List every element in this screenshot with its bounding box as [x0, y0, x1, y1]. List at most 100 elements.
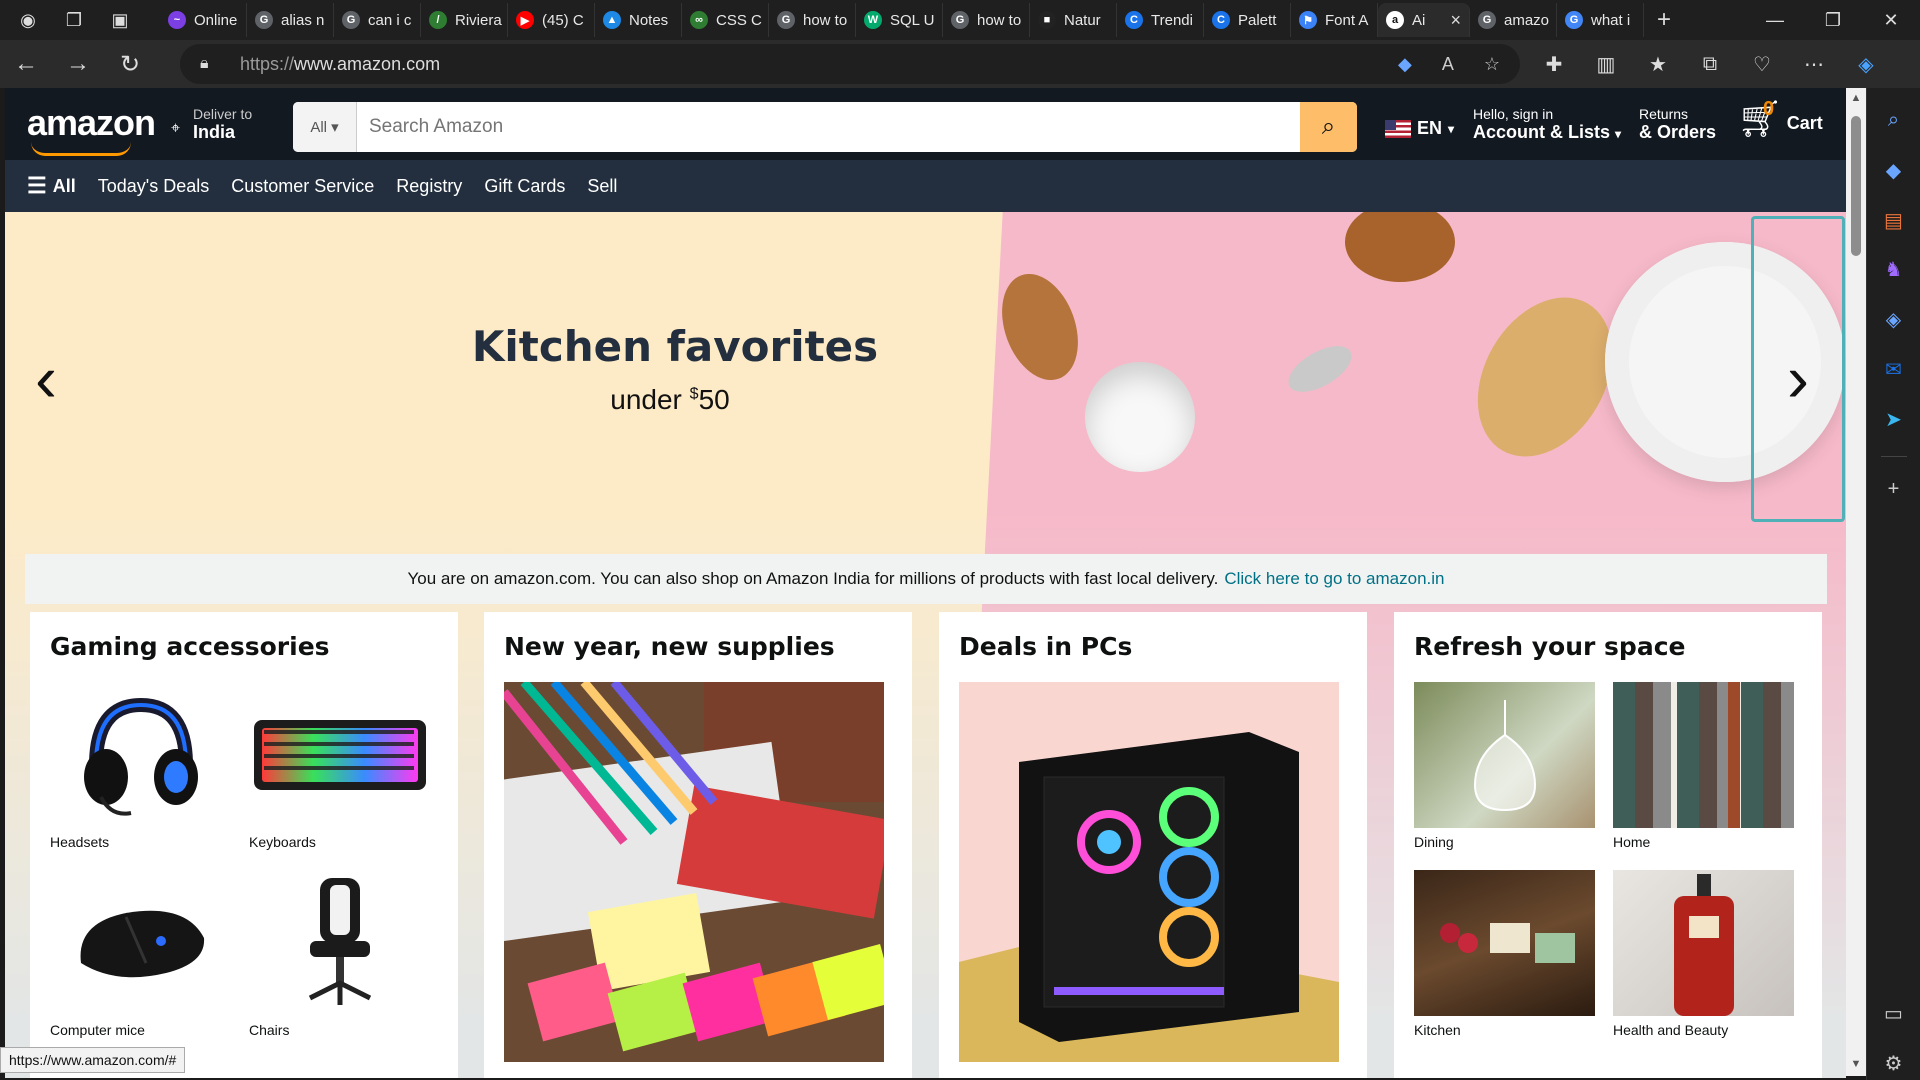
hero-subtitle[interactable]: under $50 — [5, 384, 1335, 416]
workspaces-icon[interactable]: ❐ — [60, 6, 88, 34]
tab-label: amazo — [1504, 11, 1550, 29]
browser-tab[interactable]: C Trendi — [1117, 3, 1204, 37]
close-window-button[interactable]: ✕ — [1862, 0, 1920, 40]
browser-tab[interactable]: Gamazo — [1470, 3, 1557, 37]
browser-tab[interactable]: Gwhat i — [1557, 3, 1644, 37]
grid-item-chairs[interactable]: Chairs — [249, 870, 430, 1038]
browser-tab[interactable]: C Palett — [1204, 3, 1291, 37]
gaming-pc-image[interactable] — [959, 682, 1339, 1062]
nav-todays-deals[interactable]: Today's Deals — [98, 176, 210, 197]
split-screen-icon[interactable]: ▥ — [1592, 52, 1620, 77]
account-label: Account & Lists — [1473, 122, 1611, 142]
browser-tab[interactable]: Ghow to — [943, 3, 1030, 37]
sidebar-copilot-icon[interactable]: ◈ — [1877, 303, 1911, 337]
address-bar[interactable]: 🔒︎ https://www.amazon.com ◆ A ☆ — [180, 44, 1520, 84]
sidebar-layout-icon[interactable]: ▭ — [1877, 997, 1911, 1031]
tab-favicon-icon: G — [1565, 11, 1583, 29]
search-input[interactable] — [357, 102, 1300, 152]
minimize-button[interactable]: — — [1746, 0, 1804, 40]
sidebar-send-icon[interactable]: ➤ — [1877, 402, 1911, 436]
lock-icon[interactable]: 🔒︎ — [200, 55, 240, 73]
caret-down-icon: ▾ — [1615, 127, 1622, 141]
copilot-icon[interactable]: ◈ — [1852, 52, 1880, 77]
search-button[interactable]: ⌕ — [1300, 102, 1357, 152]
returns-orders[interactable]: Returns & Orders — [1639, 106, 1716, 143]
grid-item-kitchen[interactable]: Kitchen — [1414, 870, 1595, 1038]
maximize-button[interactable]: ❐ — [1804, 0, 1862, 40]
browser-tab[interactable]: a Ai × — [1378, 3, 1470, 37]
focus-outline — [1751, 216, 1845, 522]
browser-tab[interactable]: ~ Online — [160, 3, 247, 37]
grid-item-health-beauty[interactable]: Health and Beauty — [1613, 870, 1794, 1038]
tab-label: how to — [977, 11, 1022, 29]
page-scrollbar[interactable]: ▲ ▼ — [1846, 88, 1866, 1076]
scrollbar-thumb[interactable] — [1851, 116, 1861, 256]
scroll-down-arrow-icon[interactable]: ▼ — [1850, 1058, 1862, 1070]
carousel-prev-button[interactable]: ‹ — [35, 340, 57, 416]
sidebar-search-icon[interactable]: ⌕ — [1877, 104, 1911, 138]
favorite-star-icon[interactable]: ☆ — [1484, 54, 1500, 75]
nav-registry[interactable]: Registry — [396, 176, 462, 197]
tab-favicon-icon: ▲ — [603, 11, 621, 29]
sidebar-tools-icon[interactable]: ▤ — [1877, 203, 1911, 237]
extensions-icon[interactable]: ✚ — [1540, 52, 1568, 77]
back-button[interactable]: ← — [0, 44, 52, 84]
deliver-country: India — [193, 122, 236, 142]
grid-item-dining[interactable]: Dining — [1414, 682, 1595, 850]
scroll-up-arrow-icon[interactable]: ▲ — [1850, 92, 1862, 104]
refresh-button[interactable]: ↻ — [104, 44, 156, 84]
grid-item-headsets[interactable]: Headsets — [50, 682, 231, 850]
tab-favicon-icon: C — [1212, 11, 1230, 29]
nav-customer-service[interactable]: Customer Service — [231, 176, 374, 197]
browser-tab[interactable]: Gcan i c — [334, 3, 421, 37]
hero-title[interactable]: Kitchen favorites — [5, 322, 1345, 371]
browser-tab[interactable]: W SQL U — [856, 3, 943, 37]
sidebar-add-icon[interactable]: + — [1877, 473, 1911, 507]
tab-label: Trendi — [1151, 11, 1193, 29]
amazon-logo[interactable]: amazon — [27, 102, 156, 156]
amazon-in-link[interactable]: Click here to go to amazon.in — [1224, 569, 1444, 589]
grid-item-keyboards[interactable]: Keyboards — [249, 682, 430, 850]
all-menu-button[interactable]: ☰ All — [27, 173, 76, 199]
profile-avatar-icon[interactable]: ◉ — [14, 6, 42, 34]
sidebar-shopping-icon[interactable]: ◆ — [1877, 154, 1911, 188]
nav-gift-cards[interactable]: Gift Cards — [484, 176, 565, 197]
tab-label: what i — [1591, 11, 1631, 29]
link-status-bar: https://www.amazon.com/# — [0, 1047, 186, 1073]
coupon-tag-icon[interactable]: ◆ — [1398, 54, 1412, 75]
sidebar-games-icon[interactable]: ♞ — [1877, 253, 1911, 287]
edge-sidebar: ⌕ ◆ ▤ ♞ ◈ ✉ ➤ + ▭ ⚙ — [1866, 88, 1920, 1080]
browser-essentials-icon[interactable]: ♡ — [1748, 52, 1776, 77]
new-tab-button[interactable]: + — [1644, 6, 1684, 34]
browser-tab[interactable]: ■ Natur — [1030, 3, 1117, 37]
nav-sell[interactable]: Sell — [587, 176, 617, 197]
tab-label: alias n — [281, 11, 325, 29]
sidebar-settings-icon[interactable]: ⚙ — [1877, 1046, 1911, 1080]
favorites-icon[interactable]: ★ — [1644, 52, 1672, 77]
forward-button[interactable]: → — [52, 44, 104, 84]
cart[interactable]: 0 🛒︎ Cart — [1737, 98, 1823, 140]
grid-item-computer-mice[interactable]: Computer mice — [50, 870, 231, 1038]
office-supplies-image[interactable] — [504, 682, 884, 1062]
more-menu-icon[interactable]: ⋯ — [1800, 52, 1828, 77]
search-category-select[interactable]: All ▾ — [293, 102, 357, 152]
deliver-to[interactable]: ⌖ Deliver to India — [171, 106, 252, 143]
language-selector[interactable]: EN ▾ — [1385, 118, 1454, 139]
browser-tab[interactable]: / Riviera — [421, 3, 508, 37]
browser-tab[interactable]: ⚑ Font A — [1291, 3, 1378, 37]
window-controls: — ❐ ✕ — [1746, 0, 1920, 40]
grid-item-home[interactable]: Home — [1613, 682, 1794, 850]
account-menu[interactable]: Hello, sign in Account & Lists ▾ — [1473, 106, 1621, 143]
browser-tab[interactable]: Ghow to — [769, 3, 856, 37]
browser-tab[interactable]: ▶ (45) C — [508, 3, 595, 37]
browser-tab[interactable]: ▲ Notes — [595, 3, 682, 37]
tab-actions-icon[interactable]: ▣ — [106, 6, 134, 34]
read-aloud-icon[interactable]: A — [1442, 54, 1454, 75]
close-tab-icon[interactable]: × — [1450, 10, 1461, 31]
tab-strip-leading-controls: ◉ ❐ ▣ — [0, 0, 160, 40]
collections-icon[interactable]: ⧉ — [1696, 53, 1724, 76]
sidebar-outlook-icon[interactable]: ✉ — [1877, 353, 1911, 387]
caret-down-icon: ▾ — [331, 119, 339, 136]
browser-tab[interactable]: ∞ CSS C — [682, 3, 769, 37]
browser-tab[interactable]: Galias n — [247, 3, 334, 37]
